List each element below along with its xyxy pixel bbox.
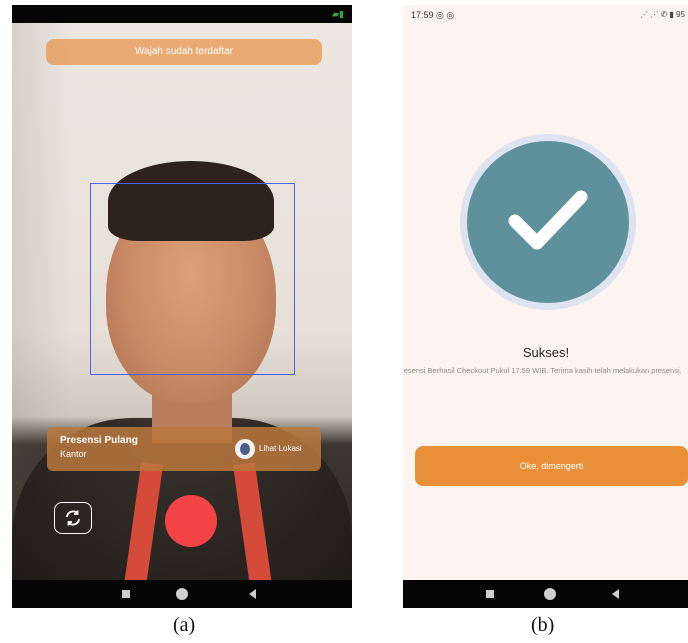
camera-screen: ▰▮ Wajah sudah terdaftar Presensi Pulang…	[12, 5, 352, 608]
clock: 17:59	[411, 10, 434, 20]
view-location-label: Lihat Lokasi	[259, 444, 302, 453]
success-badge	[467, 141, 629, 303]
checkmark-icon	[508, 190, 588, 250]
capture-button[interactable]	[165, 495, 217, 547]
android-nav-bar	[12, 580, 352, 608]
face-registered-banner: Wajah sudah terdaftar	[46, 39, 322, 65]
back-button[interactable]	[612, 589, 619, 599]
attendance-location: Kantor	[60, 449, 87, 459]
status-time: 17:59 ◎ ◎	[411, 10, 454, 21]
notification-icons: ◎ ◎	[436, 10, 455, 20]
home-button[interactable]	[544, 588, 556, 600]
system-status-icons: ⋰ ⋰ ✆ ▮ 95	[640, 10, 685, 19]
status-bar: ▰▮	[12, 5, 352, 23]
success-title: Sukses!	[522, 345, 570, 360]
view-location-button[interactable]: Lihat Lokasi	[235, 439, 309, 459]
attendance-type: Presensi Pulang	[60, 435, 138, 446]
success-screen: 17:59 ◎ ◎ ⋰ ⋰ ✆ ▮ 95 Sukses! Presensi Be…	[403, 5, 688, 608]
home-button[interactable]	[176, 588, 188, 600]
back-button[interactable]	[249, 589, 256, 599]
caption-a: (a)	[173, 614, 196, 636]
success-message: Presensi Berhasil Checkout Pukul 17:59 W…	[403, 366, 682, 375]
avatar	[235, 439, 255, 459]
caption-b: (b)	[531, 614, 555, 636]
status-bar: 17:59 ◎ ◎ ⋰ ⋰ ✆ ▮ 95	[403, 5, 688, 25]
refresh-icon	[66, 510, 80, 526]
ok-button[interactable]: Oke, dimengerti	[415, 446, 688, 486]
face-detection-box	[90, 183, 295, 375]
recents-button[interactable]	[122, 590, 130, 598]
switch-camera-button[interactable]	[54, 502, 92, 534]
battery-icon: ▰▮	[332, 9, 344, 19]
attendance-info-bar: Presensi Pulang Kantor Lihat Lokasi	[47, 427, 321, 471]
android-nav-bar	[403, 580, 688, 608]
recents-button[interactable]	[486, 590, 494, 598]
